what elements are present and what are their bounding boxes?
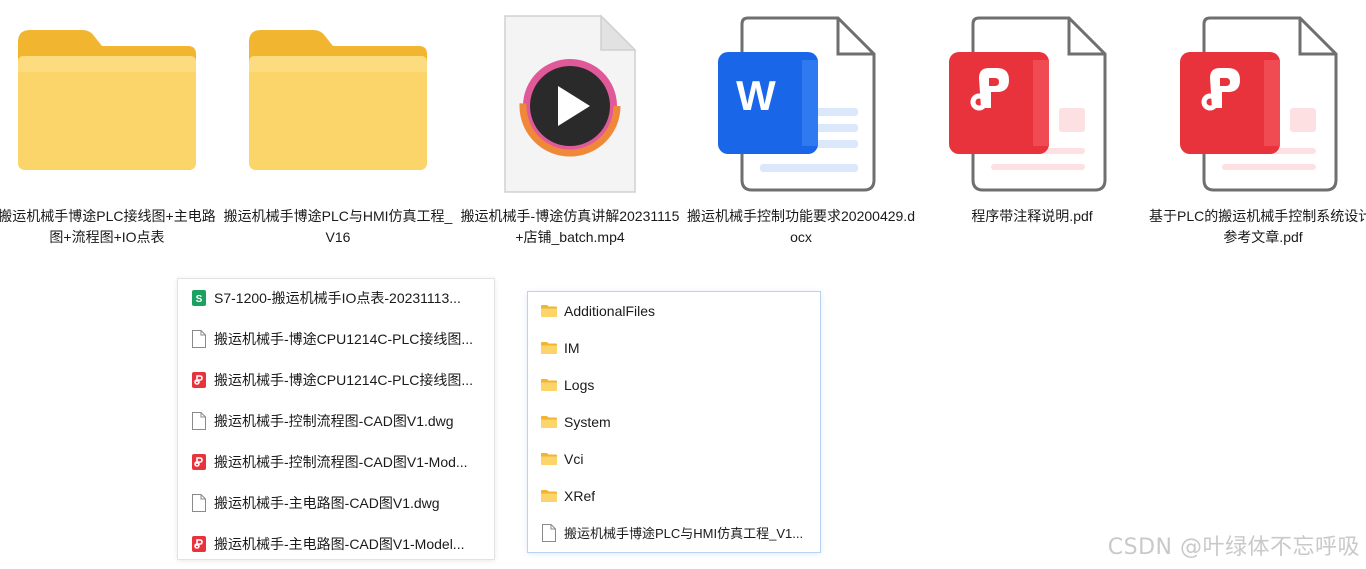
tile-label: 搬运机械手博途PLC接线图+主电路图+流程图+IO点表 [0, 208, 216, 245]
file-name: 搬运机械手-主电路图-CAD图V1-Model... [214, 535, 465, 552]
file-name: S7-1200-搬运机械手IO点表-20231113... [214, 289, 461, 306]
folder-icon [538, 300, 560, 322]
pdf-file-icon [188, 533, 210, 555]
spreadsheet-icon: S [188, 287, 210, 309]
blank-file-icon [538, 522, 560, 544]
list-item[interactable]: 搬运机械手-主电路图-CAD图V1.dwg [178, 484, 494, 521]
list-item[interactable]: 搬运机械手-主电路图-CAD图V1-Model... [178, 525, 494, 562]
file-name: 搬运机械手-主电路图-CAD图V1.dwg [214, 494, 440, 511]
project-folder-contents: AdditionalFiles IM Logs System Vci XRef [528, 292, 820, 552]
folder-icon [538, 374, 560, 396]
list-item[interactable]: 搬运机械手博途PLC与HMI仿真工程_V1... [528, 514, 820, 551]
pdf-document-icon [1148, 0, 1366, 200]
file-name: 搬运机械手-博途CPU1214C-PLC接线图... [214, 371, 474, 388]
wiring-folder-contents: S S7-1200-搬运机械手IO点表-20231113... 搬运机械手-博途… [178, 279, 494, 559]
pdf-file-icon [188, 451, 210, 473]
list-item[interactable]: AdditionalFiles [528, 292, 820, 329]
list-item[interactable]: 搬运机械手-控制流程图-CAD图V1.dwg [178, 402, 494, 439]
svg-text:W: W [736, 72, 776, 119]
video-file-icon [455, 0, 685, 200]
file-name: 搬运机械手博途PLC与HMI仿真工程_V1... [564, 526, 804, 541]
blank-file-icon [188, 328, 210, 350]
tile-label: 搬运机械手-博途仿真讲解20231115+店铺_batch.mp4 [460, 208, 680, 245]
folder-name: System [564, 413, 611, 430]
list-item[interactable]: S S7-1200-搬运机械手IO点表-20231113... [178, 279, 494, 316]
file-name: 搬运机械手-控制流程图-CAD图V1.dwg [214, 412, 454, 429]
folder-icon [538, 485, 560, 507]
pdf-document-icon [917, 0, 1147, 200]
tile-folder-wiring[interactable]: 搬运机械手博途PLC接线图+主电路图+流程图+IO点表 [0, 0, 222, 260]
folder-icon [538, 448, 560, 470]
tile-label: 搬运机械手博途PLC与HMI仿真工程_V16 [223, 208, 453, 245]
folder-icon [0, 0, 222, 200]
tile-pdf-reference[interactable]: 基于PLC的搬运机械手控制系统设计-参考文章.pdf [1148, 0, 1366, 260]
watermark: CSDN @叶绿体不忘呼吸 [1107, 535, 1360, 560]
blank-file-icon [188, 410, 210, 432]
tile-video[interactable]: 搬运机械手-博途仿真讲解20231115+店铺_batch.mp4 [455, 0, 685, 260]
word-document-icon: W [686, 0, 916, 200]
tile-label: 程序带注释说明.pdf [971, 208, 1093, 224]
folder-name: XRef [564, 487, 596, 504]
folder-name: AdditionalFiles [564, 302, 656, 319]
svg-text:S: S [196, 294, 203, 305]
list-item[interactable]: 搬运机械手-博途CPU1214C-PLC接线图... [178, 320, 494, 357]
tile-pdf-comments[interactable]: 程序带注释说明.pdf [917, 0, 1147, 260]
list-item[interactable]: System [528, 403, 820, 440]
list-item[interactable]: 搬运机械手-博途CPU1214C-PLC接线图... [178, 361, 494, 398]
folder-icon [538, 411, 560, 433]
folder-icon [223, 0, 453, 200]
folder-name: IM [564, 339, 580, 356]
list-item[interactable]: 搬运机械手-控制流程图-CAD图V1-Mod... [178, 443, 494, 480]
blank-file-icon [188, 492, 210, 514]
folder-name: Logs [564, 376, 595, 393]
pdf-file-icon [188, 369, 210, 391]
folder-icon [538, 337, 560, 359]
tile-folder-project[interactable]: 搬运机械手博途PLC与HMI仿真工程_V16 [223, 0, 453, 260]
file-name: 搬运机械手-博途CPU1214C-PLC接线图... [214, 330, 474, 347]
tile-docx[interactable]: W 搬运机械手控制功能要求20200429.docx [686, 0, 916, 260]
tile-label: 基于PLC的搬运机械手控制系统设计-参考文章.pdf [1149, 208, 1366, 245]
list-item[interactable]: XRef [528, 477, 820, 514]
tile-label: 搬运机械手控制功能要求20200429.docx [687, 208, 915, 245]
list-item[interactable]: Vci [528, 440, 820, 477]
list-item[interactable]: IM [528, 329, 820, 366]
list-item[interactable]: Logs [528, 366, 820, 403]
folder-name: Vci [564, 450, 584, 467]
file-name: 搬运机械手-控制流程图-CAD图V1-Mod... [214, 453, 468, 470]
